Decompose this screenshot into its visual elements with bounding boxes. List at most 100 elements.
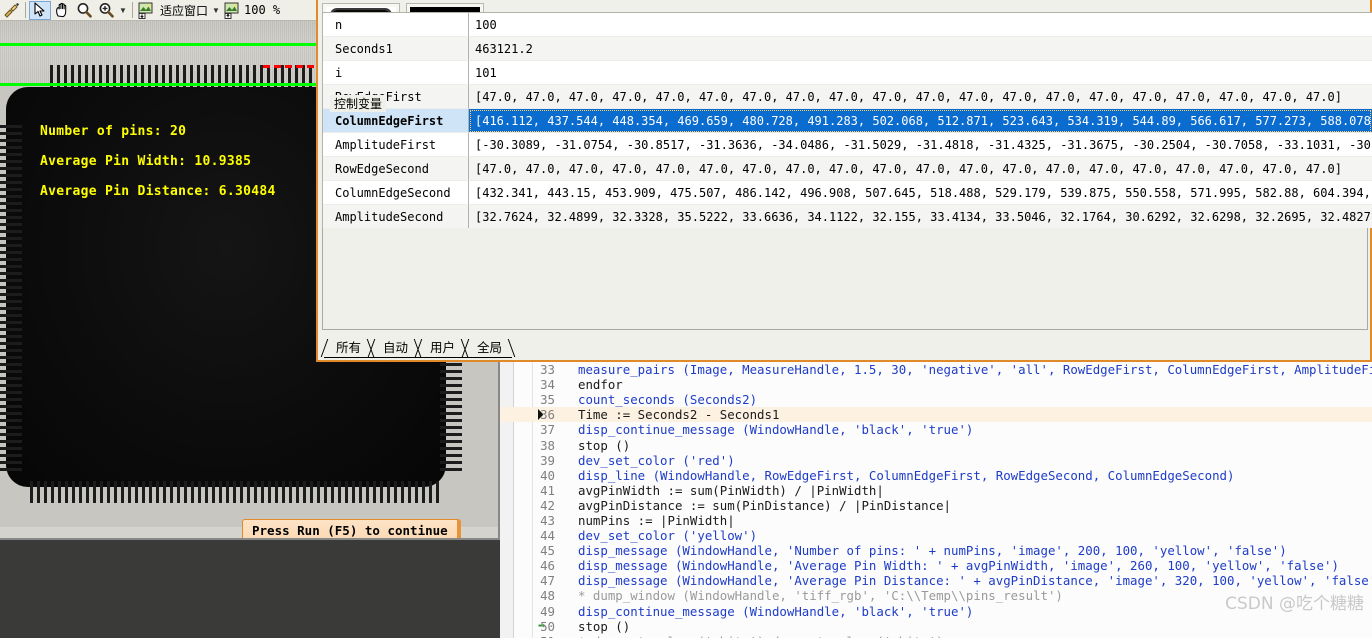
tab-label: 全局 <box>477 340 503 355</box>
line-number: 48 <box>540 588 555 604</box>
line-number: 37 <box>540 422 555 438</box>
tab-all[interactable]: 所有 <box>324 336 372 358</box>
code-line[interactable]: 46 disp_message (WindowHandle, 'Average … <box>500 558 1372 573</box>
fit-mode-label[interactable]: 适应窗口 <box>158 2 210 19</box>
zoom-magnifier-icon[interactable] <box>73 1 95 20</box>
table-row[interactable]: Seconds1 463121.2 <box>323 37 1372 61</box>
line-number: 33 <box>540 362 555 378</box>
code-line[interactable]: 37 disp_continue_message (WindowHandle, … <box>500 422 1372 437</box>
line-text: disp_message (WindowHandle, 'Number of p… <box>578 543 1287 559</box>
variable-value[interactable]: 101 <box>469 61 1372 85</box>
variable-name: Seconds1 <box>323 37 469 61</box>
desktop-background-left <box>0 540 500 638</box>
code-line[interactable]: 33 measure_pairs (Image, MeasureHandle, … <box>500 362 1372 377</box>
toolbar-separator <box>25 2 26 18</box>
variable-value[interactable]: [416.112, 437.544, 448.354, 469.659, 480… <box>469 109 1372 133</box>
variable-name: AmplitudeFirst <box>323 133 469 157</box>
control-variables-table[interactable]: n 100 Seconds1 463121.2 i 101 RowEdgeFir… <box>322 12 1372 228</box>
line-number: 46 <box>540 558 555 574</box>
table-row[interactable]: RowEdgeSecond [47.0, 47.0, 47.0, 47.0, 4… <box>323 157 1372 181</box>
variable-name: AmplitudeSecond <box>323 205 469 228</box>
variable-value[interactable]: [432.341, 443.15, 453.909, 475.507, 486.… <box>469 181 1372 205</box>
line-text: avgPinDistance := sum(PinDistance) / |Pi… <box>578 497 951 513</box>
line-number: 38 <box>540 437 555 453</box>
application-window: ▼ 适应窗口 ▼ 100 % Number of pins: 20 Averag… <box>0 0 1372 638</box>
table-row[interactable]: AmplitudeSecond [32.7624, 32.4899, 32.33… <box>323 205 1372 228</box>
table-row[interactable]: RowEdgeFirst [47.0, 47.0, 47.0, 47.0, 47… <box>323 85 1372 109</box>
program-editor[interactable]: 33 measure_pairs (Image, MeasureHandle, … <box>500 360 1372 638</box>
pan-hand-icon[interactable] <box>51 1 73 20</box>
zoom-in-icon[interactable] <box>95 1 117 20</box>
line-text: dev_set_color ('yellow') <box>578 528 758 544</box>
line-text: measure_pairs (Image, MeasureHandle, 1.5… <box>578 362 1372 378</box>
code-line[interactable]: 41 avgPinWidth := sum(PinWidth) / |PinWi… <box>500 483 1372 498</box>
table-row[interactable]: i 101 <box>323 61 1372 85</box>
line-text: endfor <box>578 377 623 393</box>
code-line[interactable]: 34 endfor <box>500 377 1372 392</box>
variable-value[interactable]: [47.0, 47.0, 47.0, 47.0, 47.0, 47.0, 47.… <box>469 85 1372 109</box>
tab-label: 用户 <box>430 340 456 355</box>
line-number: 39 <box>540 452 555 468</box>
line-number: 42 <box>540 497 555 513</box>
table-row[interactable]: n 100 <box>323 13 1372 37</box>
tab-user[interactable]: 用户 <box>418 336 466 358</box>
line-text: avgPinWidth := sum(PinWidth) / |PinWidth… <box>578 482 884 498</box>
line-text: * dump_window (WindowHandle, 'tiff_rgb',… <box>578 588 1063 604</box>
code-line[interactable]: 38 stop () <box>500 437 1372 453</box>
continue-message-banner[interactable]: Press Run (F5) to continue <box>242 519 461 538</box>
control-variables-title: 控制变量 <box>330 95 387 112</box>
graphics-window-toolbar: ▼ 适应窗口 ▼ 100 % <box>0 0 318 21</box>
table-row[interactable]: AmplitudeFirst [-30.3089, -31.0754, -30.… <box>323 133 1372 157</box>
line-text: disp_continue_message (WindowHandle, 'bl… <box>578 422 974 438</box>
fit-mode-dropdown-arrow-icon[interactable]: ▼ <box>210 1 222 20</box>
line-number: 50 <box>540 618 555 634</box>
line-text: * dev_set_color ('white') dev_set_color … <box>578 634 944 638</box>
fit-image-icon[interactable] <box>136 1 158 20</box>
variable-value[interactable]: [32.7624, 32.4899, 32.3328, 35.5222, 33.… <box>469 205 1372 228</box>
line-text: numPins := |PinWidth| <box>578 512 735 528</box>
code-line[interactable]: 43 numPins := |PinWidth| <box>500 513 1372 528</box>
overlay-num-pins: Number of pins: 20 <box>40 124 187 139</box>
code-line-execution[interactable]: ➡ 50 stop () <box>500 619 1372 634</box>
zoom-level-label[interactable]: 100 % <box>244 3 280 17</box>
watermark-text: CSDN @吃个糖糖 <box>1225 594 1364 614</box>
magic-wand-icon[interactable] <box>0 1 22 20</box>
code-line[interactable]: 40 disp_line (WindowHandle, RowEdgeFirst… <box>500 468 1372 483</box>
variable-name: ColumnEdgeSecond <box>323 181 469 205</box>
code-line[interactable]: 51 * dev_set_color ('white') dev_set_col… <box>500 634 1372 638</box>
variable-value[interactable]: 100 <box>469 13 1372 37</box>
zoom-image-icon[interactable] <box>222 1 244 20</box>
line-text: Time := Seconds2 - Seconds1 <box>578 407 780 423</box>
code-line[interactable]: 35 count_seconds (Seconds2) <box>500 392 1372 407</box>
line-text: stop () <box>578 618 631 634</box>
tab-global[interactable]: 全局 <box>465 336 513 358</box>
code-line[interactable]: 39 dev_set_color ('red') <box>500 453 1372 468</box>
variable-name: ColumnEdgeFirst <box>323 109 469 133</box>
line-number: 40 <box>540 467 555 483</box>
table-row[interactable]: ColumnEdgeSecond [432.341, 443.15, 453.9… <box>323 181 1372 205</box>
tab-auto[interactable]: 自动 <box>371 336 419 358</box>
variable-window: Image Rectangle 控制变量 n 100 Seconds1 4631… <box>316 0 1372 362</box>
line-number: 47 <box>540 573 555 589</box>
variable-value[interactable]: 463121.2 <box>469 37 1372 61</box>
table-row-selected[interactable]: ColumnEdgeFirst [416.112, 437.544, 448.3… <box>323 109 1372 133</box>
line-number: 35 <box>540 392 555 408</box>
variable-filter-tabs: 所有 自动 用户 全局 <box>324 336 1364 358</box>
code-line[interactable]: 44 dev_set_color ('yellow') <box>500 528 1372 543</box>
variable-name: RowEdgeSecond <box>323 157 469 181</box>
line-number: 36 <box>540 407 555 423</box>
line-text: disp_line (WindowHandle, RowEdgeFirst, C… <box>578 467 1235 483</box>
arrow-select-icon[interactable] <box>29 0 51 20</box>
code-line[interactable]: 42 avgPinDistance := sum(PinDistance) / … <box>500 498 1372 513</box>
bottom-pin-row <box>30 481 440 503</box>
left-pin-column <box>0 121 22 471</box>
code-line[interactable]: 45 disp_message (WindowHandle, 'Number o… <box>500 543 1372 558</box>
code-line[interactable]: 47 disp_message (WindowHandle, 'Average … <box>500 573 1372 588</box>
zoom-dropdown-arrow-icon[interactable]: ▼ <box>117 1 129 20</box>
variable-value[interactable]: [47.0, 47.0, 47.0, 47.0, 47.0, 47.0, 47.… <box>469 157 1372 181</box>
code-line-current[interactable]: 36 Time := Seconds2 - Seconds1 <box>500 407 1372 423</box>
tab-label: 自动 <box>383 340 409 355</box>
line-text: count_seconds (Seconds2) <box>578 392 758 408</box>
variable-value[interactable]: [-30.3089, -31.0754, -30.8517, -31.3636,… <box>469 133 1372 157</box>
overlay-avg-pin-distance: Average Pin Distance: 6.30484 <box>40 184 276 199</box>
